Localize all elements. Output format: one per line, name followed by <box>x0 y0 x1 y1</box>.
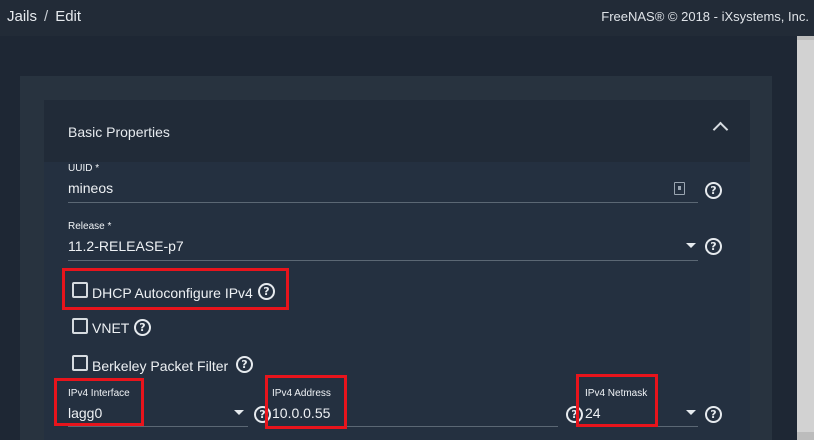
copyright-text: FreeNAS® © 2018 - iXsystems, Inc. <box>601 9 809 24</box>
uuid-label: UUID * <box>68 163 100 174</box>
breadcrumb-jails[interactable]: Jails <box>7 8 37 25</box>
key-icon <box>674 182 685 195</box>
chevron-up-icon[interactable] <box>712 121 729 138</box>
vnet-checkbox[interactable] <box>72 318 88 334</box>
release-select[interactable]: 11.2-RELEASE-p7 <box>68 238 184 254</box>
ipv4-interface-caret-icon[interactable] <box>234 410 244 415</box>
ipv4-netmask-highlight-box <box>576 374 658 427</box>
scrollbar-thumb[interactable] <box>797 40 814 432</box>
top-bar: Jails / Edit FreeNAS® © 2018 - iXsystems, … <box>0 0 814 36</box>
release-underline <box>68 260 698 261</box>
breadcrumb-edit: Edit <box>55 8 82 25</box>
release-help-icon[interactable]: ? <box>705 238 722 255</box>
uuid-input[interactable]: mineos <box>68 180 113 196</box>
release-label: Release * <box>68 221 112 232</box>
vnet-help-icon[interactable]: ? <box>134 319 151 336</box>
bpf-checkbox[interactable] <box>72 355 88 371</box>
bpf-help-icon[interactable]: ? <box>236 356 253 373</box>
uuid-help-icon[interactable]: ? <box>705 182 722 199</box>
ipv4-netmask-help-icon[interactable]: ? <box>705 406 722 423</box>
breadcrumb-separator: / <box>44 8 49 25</box>
ipv4-interface-underline <box>68 426 248 427</box>
basic-properties-header[interactable]: Basic Properties <box>44 100 750 162</box>
vnet-label[interactable]: VNET <box>92 320 129 336</box>
ipv4-netmask-caret-icon[interactable] <box>686 410 696 415</box>
dhcp-highlight-box <box>62 268 289 310</box>
uuid-underline <box>68 202 698 203</box>
ipv4-interface-highlight-box <box>54 378 144 426</box>
release-dropdown-caret-icon[interactable] <box>686 243 696 248</box>
breadcrumb: Jails / Edit <box>7 8 81 25</box>
ipv4-address-highlight-box <box>265 375 347 429</box>
section-title: Basic Properties <box>68 124 170 140</box>
bpf-label[interactable]: Berkeley Packet Filter <box>92 358 228 374</box>
